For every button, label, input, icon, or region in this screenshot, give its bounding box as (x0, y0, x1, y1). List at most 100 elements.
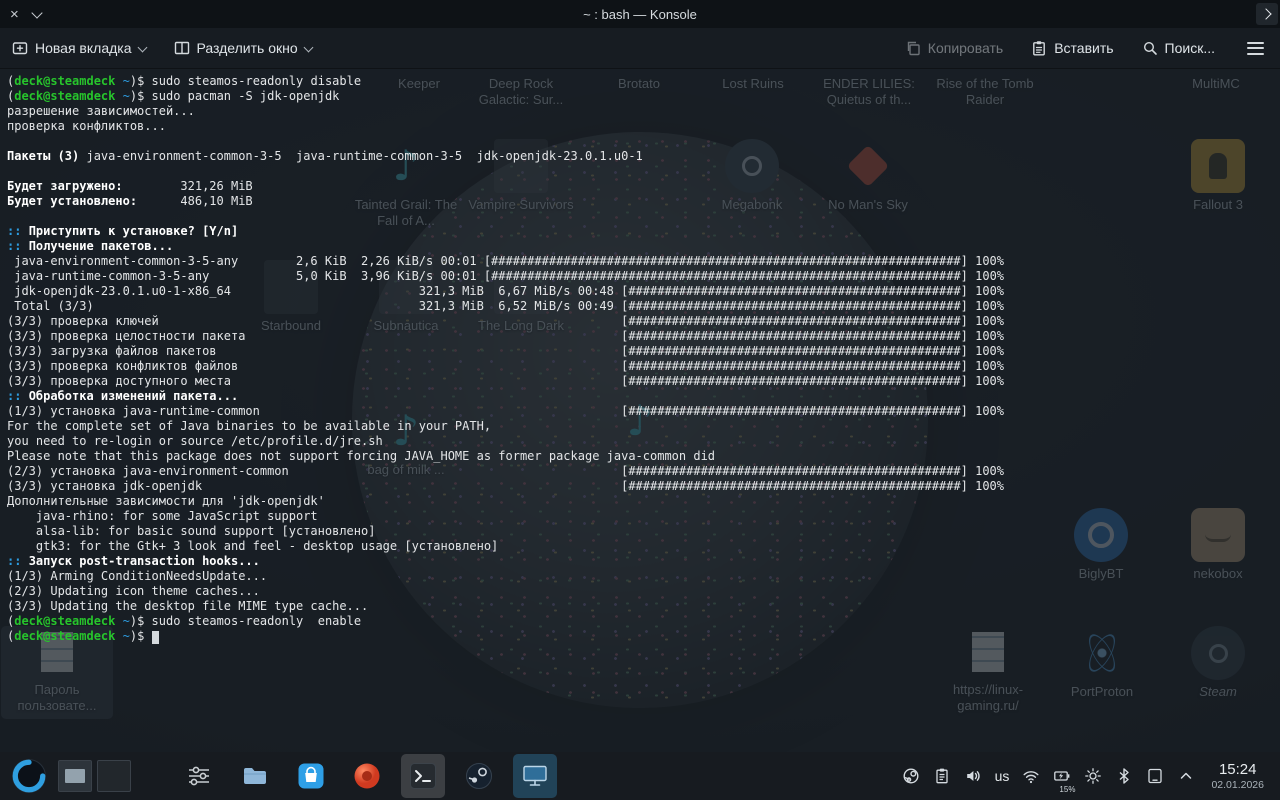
terminal-text: (3/3) проверка ключей (7, 314, 159, 328)
terminal-text: deck@steamdeck (14, 74, 115, 88)
terminal-line: (deck@steamdeck ~)$ sudo pacman -S jdk-o… (7, 89, 1280, 104)
task-browser[interactable] (345, 754, 389, 798)
virtual-desktop-pager[interactable] (58, 760, 131, 792)
clipboard-tray-icon[interactable] (933, 767, 951, 785)
terminal-text: Обработка изменений пакета... (29, 389, 239, 403)
terminal-output[interactable]: (deck@steamdeck ~)$ sudo steamos-readonl… (0, 69, 1280, 752)
terminal-text: 321,3 MiB 6,52 MiB/s 00:49 (94, 299, 621, 313)
terminal-line: (deck@steamdeck ~)$ (7, 629, 1280, 644)
terminal-text: (3/3) проверка целостности пакета (7, 329, 245, 343)
expand-tray-icon[interactable] (1177, 767, 1195, 785)
terminal-text: For the complete set of Java binaries to… (7, 419, 491, 433)
close-icon[interactable]: × (10, 7, 19, 22)
terminal-text: разрешение зависимостей... (7, 104, 195, 118)
terminal-text: :: (7, 554, 29, 568)
task-screen-capture[interactable] (513, 754, 557, 798)
search-button[interactable]: Поиск... (1142, 40, 1215, 56)
terminal-text: Пакеты (3) (7, 149, 79, 163)
terminal-line: (deck@steamdeck ~)$ sudo steamos-readonl… (7, 614, 1280, 629)
task-discover[interactable] (289, 754, 333, 798)
terminal-text: [#######################################… (217, 344, 1004, 358)
clock-time: 15:24 (1211, 761, 1264, 778)
battery-percent: 15% (1059, 785, 1075, 794)
app-launcher-button[interactable] (10, 757, 48, 795)
keyboard-layout-indicator[interactable]: us (995, 768, 1010, 784)
folder-icon (241, 762, 269, 790)
terminal-line: (deck@steamdeck ~)$ sudo steamos-readonl… (7, 74, 1280, 89)
clock[interactable]: 15:24 02.01.2026 (1211, 761, 1264, 790)
terminal-line: (3/3) проверка целостности пакета [#####… (7, 329, 1280, 344)
terminal-line: Будет установлено: 486,10 MiB (7, 194, 1280, 209)
task-system-settings[interactable] (177, 754, 221, 798)
terminal-text: (3/3) загрузка файлов пакетов (7, 344, 217, 358)
chevron-down-icon[interactable] (31, 7, 42, 18)
copy-button[interactable]: Копировать (905, 40, 1003, 56)
terminal-line: :: Получение пакетов... (7, 239, 1280, 254)
terminal-text: 5,0 KiB 3,96 KiB/s 00:01 (209, 269, 484, 283)
terminal-line: Please note that this package does not s… (7, 449, 1280, 464)
volume-tray-icon[interactable] (964, 767, 982, 785)
terminal-text: jdk-openjdk-23.0.1.u0-1-x86_64 (7, 284, 231, 298)
battery-tray-icon[interactable]: 15% (1053, 767, 1071, 785)
paste-button[interactable]: Вставить (1031, 40, 1113, 56)
menu-button[interactable] (1243, 38, 1268, 59)
terminal-line: gtk3: for the Gtk+ 3 look and feel - des… (7, 539, 1280, 554)
new-tab-button[interactable]: Новая вкладка (12, 40, 146, 56)
toolbar: Новая вкладка Разделить окно Копировать (0, 28, 1280, 69)
browser-icon (353, 762, 381, 790)
chevron-right-icon (1260, 8, 1271, 19)
terminal-text: 2,6 KiB 2,26 KiB/s 00:01 (238, 254, 484, 268)
terminal-line: (3/3) загрузка файлов пакетов [#########… (7, 344, 1280, 359)
terminal-text: )$ (130, 614, 152, 628)
terminal-text: sudo pacman -S jdk-openjdk (152, 89, 340, 103)
terminal-text: (1/3) Arming ConditionNeedsUpdate... (7, 569, 267, 583)
split-window-icon (174, 40, 190, 56)
task-steam[interactable] (457, 754, 501, 798)
virtual-desktop-2[interactable] (97, 760, 131, 792)
terminal-line: jdk-openjdk-23.0.1.u0-1-x86_64 321,3 MiB… (7, 284, 1280, 299)
wifi-tray-icon[interactable] (1022, 767, 1040, 785)
terminal-text: ~ (123, 614, 130, 628)
terminal-text: deck@steamdeck (14, 614, 115, 628)
terminal-text: Получение пакетов... (29, 239, 174, 253)
terminal-line: (3/3) Updating the desktop file MIME typ… (7, 599, 1280, 614)
terminal-text: (3/3) установка jdk-openjdk (7, 479, 202, 493)
panel-edge-button[interactable] (1256, 3, 1278, 25)
terminal-line: (1/3) установка java-runtime-common [###… (7, 404, 1280, 419)
search-icon (1142, 40, 1158, 56)
bluetooth-tray-icon[interactable] (1115, 767, 1133, 785)
paste-icon (1031, 40, 1047, 56)
terminal-text: sudo steamos-readonly enable (152, 614, 362, 628)
terminal-text: [#######################################… (202, 479, 1004, 493)
terminal-line (7, 164, 1280, 179)
terminal-text: Приступить к установке? [Y/n] (29, 224, 246, 238)
task-file-manager[interactable] (233, 754, 277, 798)
steam-tray-icon[interactable] (902, 767, 920, 785)
split-window-button[interactable]: Разделить окно (174, 40, 312, 56)
titlebar[interactable]: × ~ : bash — Konsole (0, 0, 1280, 28)
taskbar: us 15% (0, 752, 1280, 800)
terminal-text: gtk3: for the Gtk+ 3 look and feel - des… (7, 539, 498, 553)
terminal-text: [#######################################… (238, 359, 1004, 373)
terminal-line: :: Приступить к установке? [Y/n] (7, 224, 1280, 239)
terminal-text: Будет загружено: (7, 179, 123, 193)
search-label: Поиск... (1165, 40, 1215, 56)
window-title: ~ : bash — Konsole (0, 7, 1280, 22)
task-konsole[interactable] (401, 754, 445, 798)
copy-label: Копировать (928, 40, 1003, 56)
terminal-line: (3/3) проверка доступного места [#######… (7, 374, 1280, 389)
terminal-text: Запуск post-transaction hooks... (29, 554, 260, 568)
terminal-text: проверка конфликтов... (7, 119, 166, 133)
terminal-line: java-rhino: for some JavaScript support (7, 509, 1280, 524)
terminal-line: (2/3) Updating icon theme caches... (7, 584, 1280, 599)
new-tab-label: Новая вкладка (35, 40, 132, 56)
terminal-text: java-environment-common-3-5 java-runtime… (79, 149, 643, 163)
terminal-text: (3/3) проверка доступного места (7, 374, 231, 388)
terminal-text: deck@steamdeck (14, 629, 115, 643)
brightness-tray-icon[interactable] (1084, 767, 1102, 785)
chevron-down-icon (137, 42, 147, 52)
terminal-text: java-environment-common-3-5-any (7, 254, 238, 268)
touch-mode-tray-icon[interactable] (1146, 767, 1164, 785)
virtual-desktop-1[interactable] (58, 760, 92, 792)
konsole-icon (409, 762, 437, 790)
